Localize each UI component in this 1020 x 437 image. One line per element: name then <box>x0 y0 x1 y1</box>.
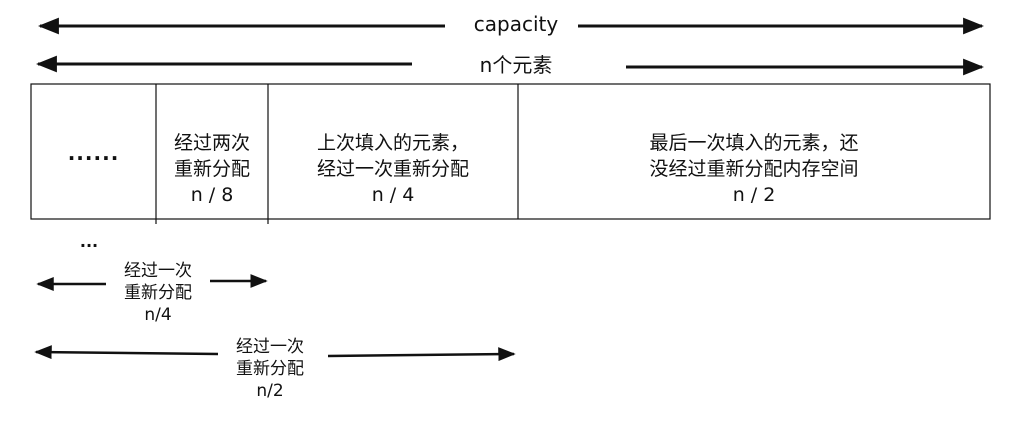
half-span-fraction: n/2 <box>256 381 284 401</box>
quarter-span-fraction: n/4 <box>144 305 172 325</box>
cell-once-fraction: n / 4 <box>371 184 415 206</box>
cell-earlier-ellipsis: ...... <box>67 141 120 165</box>
quarter-span-line1: 经过一次 <box>124 261 192 281</box>
half-span-line2: 重新分配 <box>236 359 304 379</box>
cell-twice-line2: 重新分配 <box>173 158 250 180</box>
cell-not-reallocated: 最后一次填入的元素，还 没经过重新分配内存空间 n / 2 <box>518 130 990 208</box>
n-elements-label: n个元素 <box>450 53 582 78</box>
cell-once-line1: 上次填入的元素， <box>316 132 469 154</box>
cell-once-line2: 经过一次重新分配 <box>316 158 469 180</box>
cell-earlier: ...... <box>31 140 156 166</box>
half-span-line1: 经过一次 <box>236 337 304 357</box>
capacity-label: capacity <box>455 12 577 37</box>
quarter-span-line2: 重新分配 <box>124 283 192 303</box>
below-ellipsis: ... <box>74 232 104 252</box>
cell-last-line1: 最后一次填入的元素，还 <box>649 132 859 154</box>
cell-last-fraction: n / 2 <box>732 184 776 206</box>
cell-twice-line1: 经过两次 <box>173 132 250 154</box>
cell-twice-reallocated: 经过两次 重新分配 n / 8 <box>156 130 268 208</box>
cell-once-reallocated: 上次填入的元素， 经过一次重新分配 n / 4 <box>268 130 518 208</box>
quarter-span-label: 经过一次 重新分配 n/4 <box>106 260 210 326</box>
half-span-label: 经过一次 重新分配 n/2 <box>218 336 322 402</box>
cell-twice-fraction: n / 8 <box>190 184 234 206</box>
cell-last-line2: 没经过重新分配内存空间 <box>649 158 859 180</box>
